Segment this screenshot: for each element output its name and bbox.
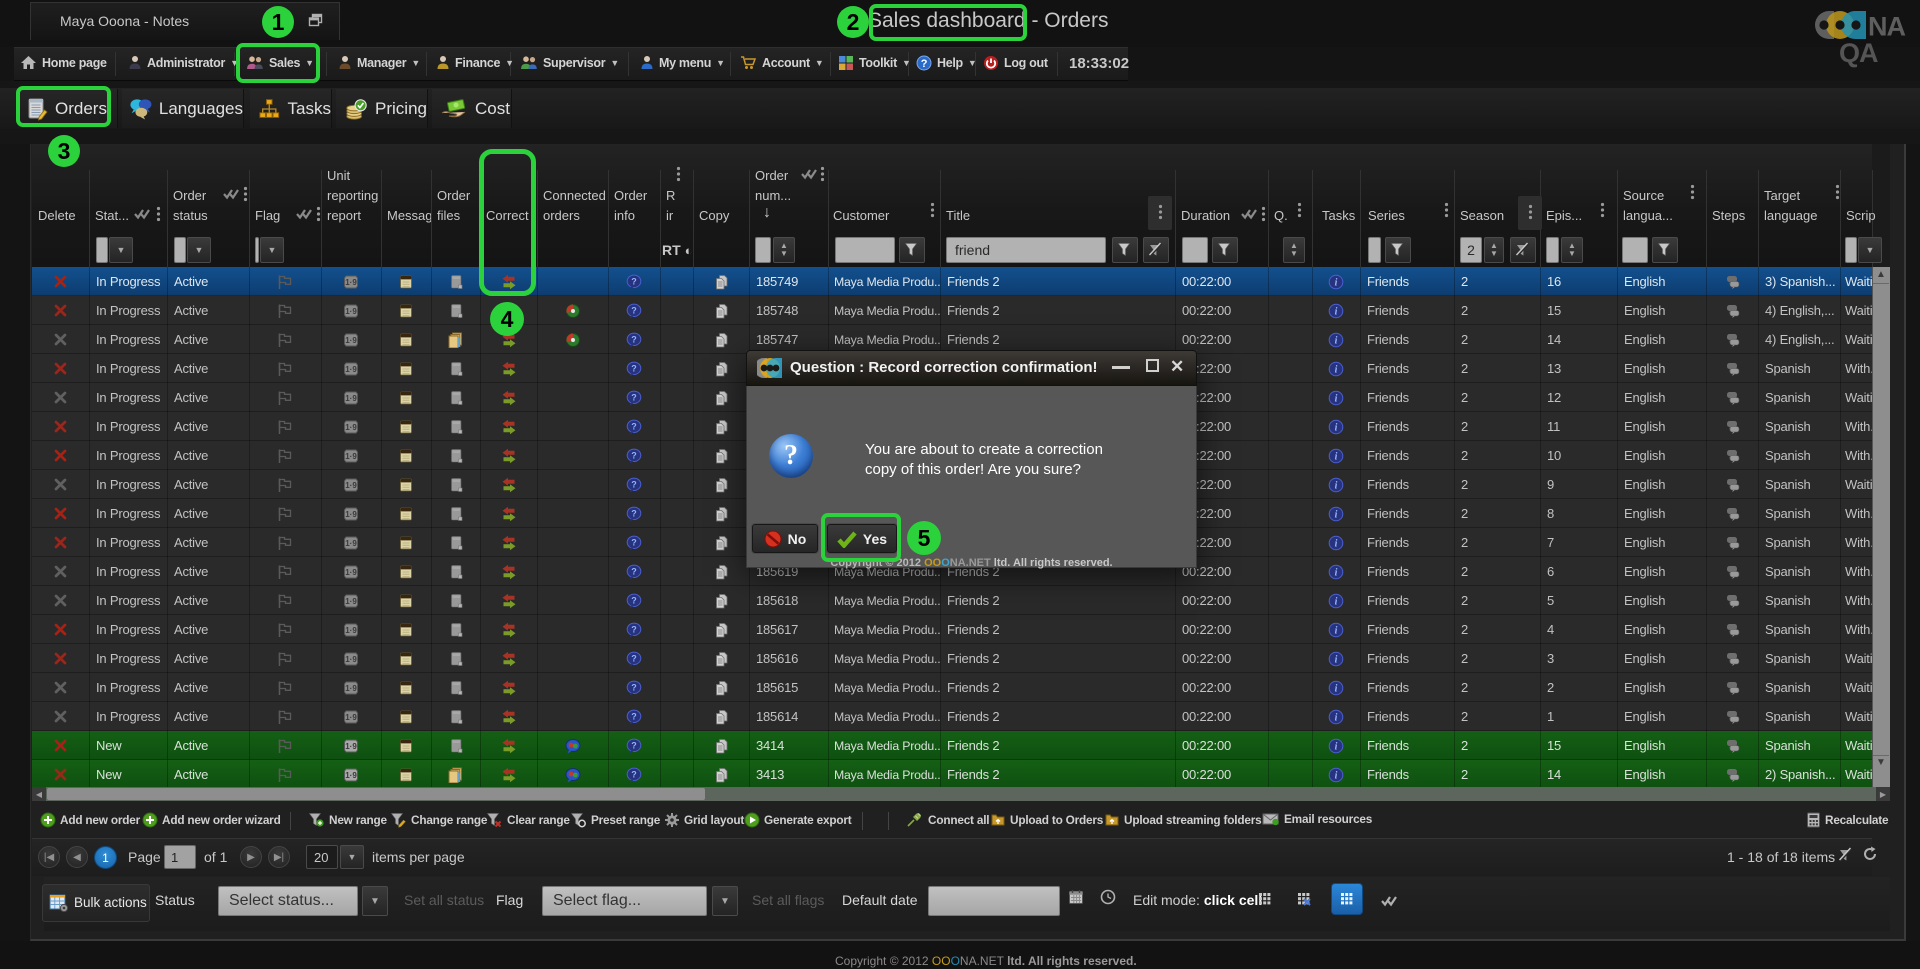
svg-text:i: i — [1335, 509, 1338, 520]
svg-text:i: i — [1335, 538, 1338, 549]
svg-text:?: ? — [921, 58, 928, 70]
svg-text:?: ? — [631, 711, 637, 721]
svg-text:i: i — [1335, 770, 1338, 781]
svg-text:?: ? — [631, 769, 637, 779]
svg-text:?: ? — [631, 479, 637, 489]
svg-text:i: i — [1335, 712, 1338, 723]
svg-text:i: i — [1335, 741, 1338, 752]
svg-text:i: i — [1335, 364, 1338, 375]
svg-text:?: ? — [631, 334, 637, 344]
svg-text:1·9: 1·9 — [345, 655, 357, 664]
svg-text:1·9: 1·9 — [345, 684, 357, 693]
svg-text:1·9: 1·9 — [345, 742, 357, 751]
svg-text:i: i — [1335, 306, 1338, 317]
svg-text:QA: QA — [1839, 38, 1878, 68]
svg-text:?: ? — [631, 450, 637, 460]
svg-text:i: i — [1335, 277, 1338, 288]
svg-text:?: ? — [631, 740, 637, 750]
svg-text:?: ? — [631, 682, 637, 692]
svg-text:1·9: 1·9 — [345, 452, 357, 461]
svg-text:1·9: 1·9 — [345, 365, 357, 374]
svg-text:1·9: 1·9 — [345, 278, 357, 287]
svg-text:?: ? — [631, 537, 637, 547]
svg-text:i: i — [1335, 451, 1338, 462]
svg-text:?: ? — [631, 624, 637, 634]
svg-text:i: i — [1335, 654, 1338, 665]
svg-text:1·9: 1·9 — [345, 336, 357, 345]
svg-text:NA: NA — [1868, 12, 1905, 40]
svg-text:1·9: 1·9 — [345, 597, 357, 606]
svg-text:1·9: 1·9 — [345, 510, 357, 519]
svg-text:i: i — [1335, 393, 1338, 404]
svg-text:1·9: 1·9 — [345, 307, 357, 316]
svg-text:?: ? — [631, 363, 637, 373]
svg-text:1·9: 1·9 — [345, 713, 357, 722]
svg-text:i: i — [1335, 625, 1338, 636]
svg-text:1·9: 1·9 — [345, 539, 357, 548]
svg-text:i: i — [1335, 596, 1338, 607]
svg-text:?: ? — [631, 653, 637, 663]
svg-text:?: ? — [631, 421, 637, 431]
svg-text:1·9: 1·9 — [345, 626, 357, 635]
svg-text:i: i — [1335, 480, 1338, 491]
svg-text:i: i — [1335, 422, 1338, 433]
svg-text:1·9: 1·9 — [345, 481, 357, 490]
svg-text:?: ? — [631, 305, 637, 315]
svg-text:?: ? — [631, 566, 637, 576]
svg-text:i: i — [1335, 683, 1338, 694]
svg-text:i: i — [1335, 567, 1338, 578]
svg-text:1·9: 1·9 — [345, 771, 357, 780]
svg-text:?: ? — [631, 508, 637, 518]
svg-text:1·9: 1·9 — [345, 423, 357, 432]
svg-text:?: ? — [631, 392, 637, 402]
svg-text:?: ? — [631, 276, 637, 286]
svg-text:i: i — [1335, 335, 1338, 346]
svg-text:1·9: 1·9 — [345, 568, 357, 577]
svg-text:?: ? — [631, 595, 637, 605]
svg-text:1·9: 1·9 — [345, 394, 357, 403]
